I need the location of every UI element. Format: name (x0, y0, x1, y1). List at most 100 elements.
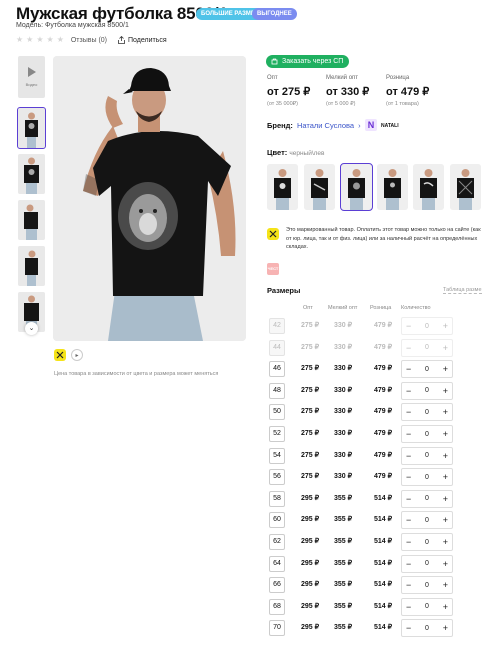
minus-icon[interactable]: − (406, 364, 411, 374)
order-via-sp-button[interactable]: Заказать через СП (266, 55, 350, 68)
share-button[interactable]: Поделиться (118, 36, 167, 44)
color-option[interactable] (304, 164, 335, 210)
quantity-stepper[interactable]: − 0 + (401, 338, 453, 357)
plus-icon[interactable]: + (443, 472, 448, 482)
quantity-value[interactable]: 0 (425, 517, 429, 524)
price-opt: 295 ₽ (301, 581, 320, 589)
color-option[interactable] (267, 164, 298, 210)
minus-icon[interactable]: − (406, 580, 411, 590)
color-option-selected[interactable] (340, 163, 373, 211)
quantity-value[interactable]: 0 (425, 625, 429, 632)
price-retail: 479 ₽ (374, 322, 393, 329)
plus-icon[interactable]: + (443, 451, 448, 461)
price-label: Розница (386, 75, 410, 81)
plus-icon[interactable]: + (443, 386, 448, 396)
marked-notice-text: Это маркированный товар. Оплатить этот т… (286, 227, 481, 250)
plus-icon[interactable]: + (443, 364, 448, 374)
quantity-stepper[interactable]: − 0 + (401, 511, 453, 530)
plus-icon[interactable]: + (443, 602, 448, 612)
plus-icon[interactable]: + (443, 494, 448, 504)
minus-icon[interactable]: − (406, 451, 411, 461)
video-thumbnail[interactable]: Видео (18, 56, 45, 98)
minus-icon[interactable]: − (406, 386, 411, 396)
minus-icon[interactable]: − (406, 429, 411, 439)
brand-logo-icon[interactable]: N (365, 119, 377, 131)
quantity-value[interactable]: 0 (425, 582, 429, 589)
quantity-stepper[interactable]: − 0 + (401, 533, 453, 551)
reviews-link[interactable]: Отзывы (0) (71, 37, 107, 44)
price-opt: 275 ₽ (301, 322, 320, 329)
quantity-value[interactable]: 0 (425, 560, 429, 567)
quantity-value[interactable]: 0 (425, 603, 429, 610)
quantity-stepper[interactable]: − 0 + (401, 446, 453, 465)
quantity-value[interactable]: 0 (425, 495, 429, 502)
color-option[interactable] (377, 164, 408, 210)
plus-icon[interactable]: + (443, 580, 448, 590)
price-value: от 479 ₽ (386, 86, 430, 98)
price-small-opt: 355 ₽ (334, 602, 353, 610)
minus-icon[interactable]: − (406, 494, 411, 504)
size-row: 60 295 ₽ 355 ₽ 514 ₽ − 0 + (267, 510, 482, 530)
gallery-thumbnail[interactable] (17, 107, 46, 149)
quantity-stepper[interactable]: − 0 + (401, 317, 453, 335)
minus-icon[interactable]: − (406, 321, 411, 331)
quantity-value[interactable]: 0 (425, 409, 429, 416)
brand-logo-text: NATALI (381, 123, 399, 129)
plus-icon[interactable]: + (443, 321, 448, 331)
gallery-thumbnail[interactable] (18, 154, 45, 194)
plus-icon[interactable]: + (443, 343, 448, 353)
price-small-opt: 330 ₽ (334, 451, 353, 459)
quantity-stepper[interactable]: − 0 + (401, 619, 453, 638)
minus-icon[interactable]: − (406, 515, 411, 525)
plus-icon[interactable]: + (443, 515, 448, 525)
minus-icon[interactable]: − (406, 602, 411, 612)
quantity-value[interactable]: 0 (425, 387, 429, 394)
color-option[interactable] (450, 164, 481, 210)
price-small-opt: 355 ₽ (334, 516, 353, 524)
minus-icon[interactable]: − (406, 537, 411, 547)
minus-icon[interactable]: − (406, 472, 411, 482)
price-small-opt: 355 ₽ (334, 494, 353, 502)
price-label: Опт (267, 75, 278, 81)
price-opt: 295 ₽ (301, 602, 320, 610)
minus-icon[interactable]: − (406, 343, 411, 353)
sp-button-label: Заказать через СП (282, 58, 344, 65)
quantity-stepper[interactable]: − 0 + (401, 425, 453, 443)
minus-icon[interactable]: − (406, 559, 411, 569)
quantity-stepper[interactable]: − 0 + (401, 468, 453, 487)
quantity-stepper[interactable]: − 0 + (401, 576, 453, 595)
minus-icon[interactable]: − (406, 407, 411, 417)
gallery-thumbnail[interactable] (18, 200, 45, 240)
quantity-stepper[interactable]: − 0 + (401, 489, 453, 508)
quantity-stepper[interactable]: − 0 + (401, 381, 453, 400)
plus-icon[interactable]: + (443, 559, 448, 569)
gallery-thumbnail[interactable] (18, 246, 45, 286)
quantity-stepper[interactable]: − 0 + (401, 403, 453, 422)
play-icon[interactable]: ▸ (71, 349, 83, 361)
quantity-value[interactable]: 0 (425, 366, 429, 373)
yandex-market-icon[interactable] (54, 349, 66, 361)
plus-icon[interactable]: + (443, 407, 448, 417)
share-icon (118, 36, 125, 44)
quantity-value[interactable]: 0 (425, 539, 429, 546)
quantity-value[interactable]: 0 (425, 452, 429, 459)
quantity-value[interactable]: 0 (425, 431, 429, 438)
main-product-image[interactable] (53, 56, 246, 341)
size-label: 62 (269, 534, 285, 550)
quantity-stepper[interactable]: − 0 + (401, 597, 453, 616)
size-table-link[interactable]: Таблица разме (443, 287, 482, 294)
brand-link[interactable]: Натали Суслова (297, 121, 354, 130)
quantity-value[interactable]: 0 (425, 323, 429, 330)
color-option[interactable] (413, 164, 444, 210)
quantity-stepper[interactable]: − 0 + (401, 360, 453, 379)
plus-icon[interactable]: + (443, 537, 448, 547)
gallery-scroll-down-button[interactable]: ⌄ (25, 322, 38, 335)
quantity-value[interactable]: 0 (425, 474, 429, 481)
quantity-stepper[interactable]: − 0 + (401, 554, 453, 573)
minus-icon[interactable]: − (406, 623, 411, 633)
cart-icon (271, 58, 278, 65)
plus-icon[interactable]: + (443, 429, 448, 439)
plus-icon[interactable]: + (443, 623, 448, 633)
badge-profitable[interactable]: ВЫГОДНЕЕ (252, 8, 297, 20)
quantity-value[interactable]: 0 (425, 344, 429, 351)
